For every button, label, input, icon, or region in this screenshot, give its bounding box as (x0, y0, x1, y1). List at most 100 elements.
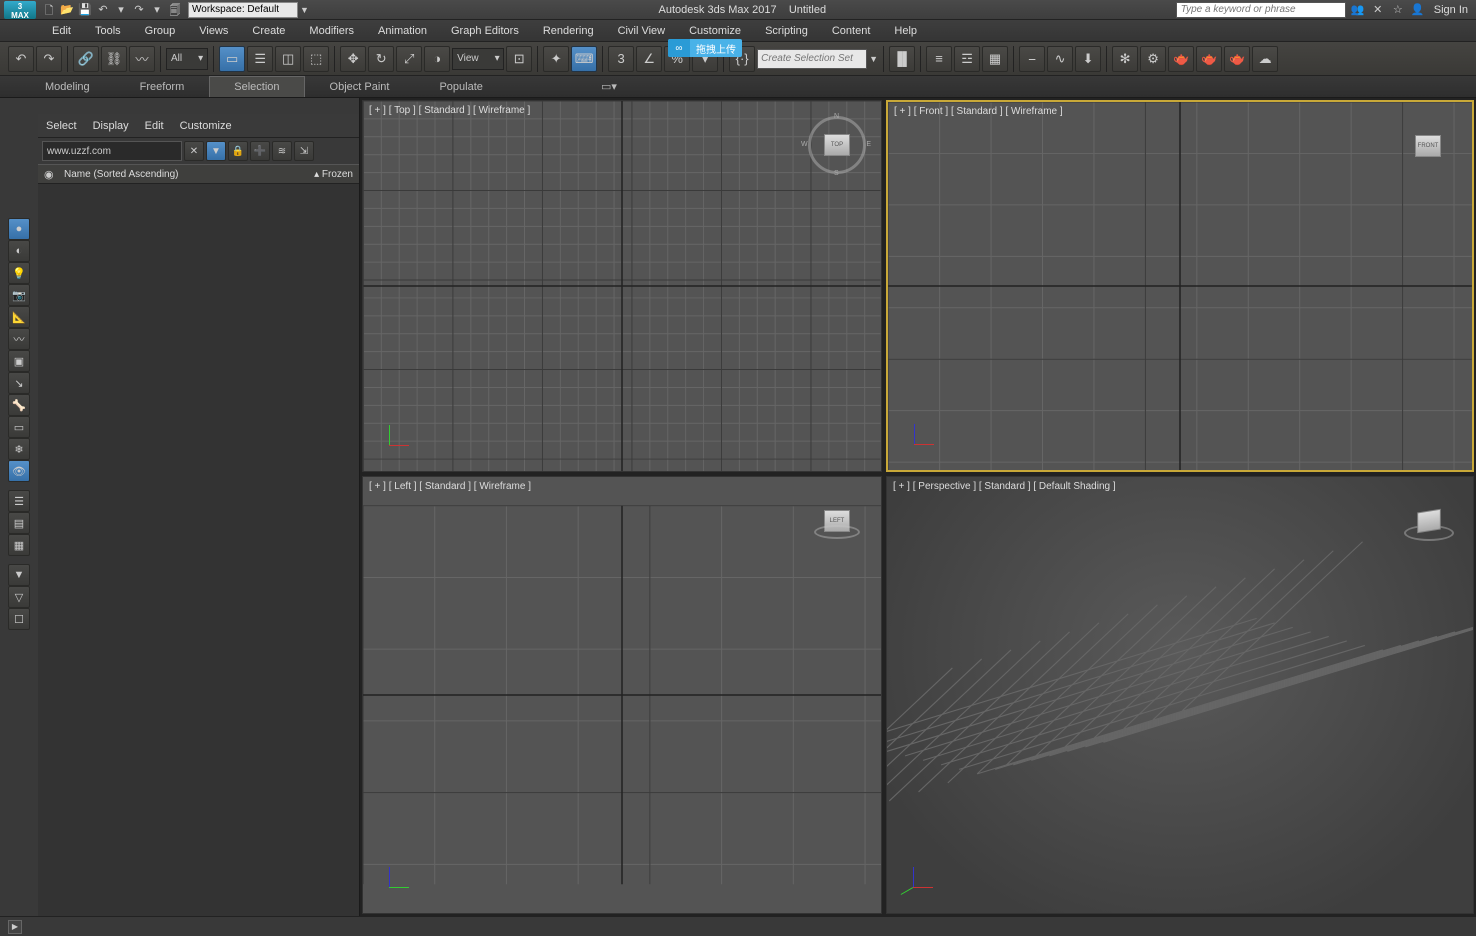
se-column-header[interactable]: ◉ Name (Sorted Ascending) ▴ Frozen (38, 164, 359, 184)
shape-filter-icon[interactable]: ◐ (8, 240, 30, 262)
menu-civil-view[interactable]: Civil View (606, 20, 677, 42)
render-production-button[interactable]: 🫖 (1168, 46, 1194, 72)
select-by-name-button[interactable]: ☰ (247, 46, 273, 72)
open-icon[interactable]: 📂 (58, 2, 76, 18)
placement-button[interactable]: ◑ (424, 46, 450, 72)
menu-help[interactable]: Help (882, 20, 929, 42)
se-tab-display[interactable]: Display (93, 120, 129, 132)
sign-in-button[interactable]: Sign In (1430, 4, 1472, 16)
tab-modeling[interactable]: Modeling (20, 76, 115, 98)
new-icon[interactable]: 🗋 (40, 2, 58, 18)
menu-create[interactable]: Create (240, 20, 297, 42)
se-tab-select[interactable]: Select (46, 120, 77, 132)
list-view-icon[interactable]: ☰ (8, 490, 30, 512)
viewport-top-label[interactable]: [ + ] [ Top ] [ Standard ] [ Wireframe ] (369, 105, 530, 116)
se-tab-edit[interactable]: Edit (145, 120, 164, 132)
viewport-persp-label[interactable]: [ + ] [ Perspective ] [ Standard ] [ Def… (893, 481, 1116, 492)
se-search-input[interactable] (42, 141, 182, 161)
menu-group[interactable]: Group (133, 20, 188, 42)
helper-filter-icon[interactable]: 📐 (8, 306, 30, 328)
ref-coord-dropdown[interactable]: View▾ (452, 48, 504, 70)
viewport-front[interactable]: [ + ] [ Front ] [ Standard ] [ Wireframe… (886, 100, 1474, 472)
display-none-icon[interactable]: ▽ (8, 586, 30, 608)
link-button[interactable]: 🔗 (73, 46, 99, 72)
frozen-filter-icon[interactable]: ❄ (8, 438, 30, 460)
keyboard-shortcut-button[interactable]: ⌨ (571, 46, 597, 72)
user-icon[interactable]: 👤 (1410, 2, 1426, 18)
tab-populate[interactable]: Populate (414, 76, 507, 98)
material-editor-button[interactable]: ⬇ (1075, 46, 1101, 72)
redo-icon[interactable]: ↷ (130, 2, 148, 18)
menu-tools[interactable]: Tools (83, 20, 133, 42)
menu-scripting[interactable]: Scripting (753, 20, 820, 42)
viewport-top[interactable]: [ + ] [ Top ] [ Standard ] [ Wireframe ]… (362, 100, 882, 472)
toggle-ribbon-button[interactable]: ▦ (982, 46, 1008, 72)
snap-toggle-button[interactable]: 3 (608, 46, 634, 72)
menu-modifiers[interactable]: Modifiers (297, 20, 366, 42)
xref-filter-icon[interactable]: ↘ (8, 372, 30, 394)
viewport-front-label[interactable]: [ + ] [ Front ] [ Standard ] [ Wireframe… (894, 106, 1063, 117)
undo-icon[interactable]: ↶ (94, 2, 112, 18)
menu-edit[interactable]: Edit (40, 20, 83, 42)
se-header-frozen[interactable]: ▴ Frozen (293, 169, 353, 180)
align-button[interactable]: ≡ (926, 46, 952, 72)
angle-snap-button[interactable]: ∠ (636, 46, 662, 72)
window-crossing-button[interactable]: ⬚ (303, 46, 329, 72)
render-activeshade-button[interactable]: 🫖 (1224, 46, 1250, 72)
curve-editor-button[interactable]: ⎯ (1019, 46, 1045, 72)
viewcube-left[interactable]: LEFT (807, 491, 867, 551)
spacewarp-filter-icon[interactable]: 〰 (8, 328, 30, 350)
render-setup-button[interactable]: ✻ (1112, 46, 1138, 72)
menu-rendering[interactable]: Rendering (531, 20, 606, 42)
rendered-frame-button[interactable]: ⚙ (1140, 46, 1166, 72)
render-iterate-button[interactable]: 🫖 (1196, 46, 1222, 72)
display-invert-icon[interactable]: ☐ (8, 608, 30, 630)
save-icon[interactable]: 💾 (76, 2, 94, 18)
scale-button[interactable]: ⤢ (396, 46, 422, 72)
undo-button[interactable]: ↶ (8, 46, 34, 72)
redo-button[interactable]: ↷ (36, 46, 62, 72)
undo-drop-icon[interactable]: ▾ (112, 2, 130, 18)
viewport-left-label[interactable]: [ + ] [ Left ] [ Standard ] [ Wireframe … (369, 481, 531, 492)
workspace-switcher[interactable]: ▼ (188, 2, 309, 18)
detail-view-icon[interactable]: ▤ (8, 512, 30, 534)
group-filter-icon[interactable]: ▣ (8, 350, 30, 372)
viewport-perspective[interactable]: [ + ] [ Perspective ] [ Standard ] [ Def… (886, 476, 1474, 914)
project-icon[interactable]: 🗐 (166, 2, 184, 18)
hidden-filter-icon[interactable]: 👁 (8, 460, 30, 482)
viewcube-persp[interactable] (1399, 491, 1459, 551)
menu-content[interactable]: Content (820, 20, 883, 42)
se-search-filter-icon[interactable]: ▼ (206, 141, 226, 161)
favorites-icon[interactable]: ☆ (1390, 2, 1406, 18)
tab-object-paint[interactable]: Object Paint (305, 76, 415, 98)
manipulate-button[interactable]: ✦ (543, 46, 569, 72)
move-button[interactable]: ✥ (340, 46, 366, 72)
se-header-name[interactable]: Name (Sorted Ascending) (64, 169, 293, 180)
tab-selection[interactable]: Selection (209, 76, 304, 97)
menu-graph-editors[interactable]: Graph Editors (439, 20, 531, 42)
help-search-input[interactable] (1176, 2, 1346, 18)
se-tab-customize[interactable]: Customize (180, 120, 232, 132)
se-expand-icon[interactable]: ⇲ (294, 141, 314, 161)
viewport-left[interactable]: [ + ] [ Left ] [ Standard ] [ Wireframe … (362, 476, 882, 914)
se-search-clear-icon[interactable]: ✕ (184, 141, 204, 161)
bone-filter-icon[interactable]: 🦴 (8, 394, 30, 416)
container-filter-icon[interactable]: ▭ (8, 416, 30, 438)
se-layers-icon[interactable]: ≋ (272, 141, 292, 161)
light-filter-icon[interactable]: 💡 (8, 262, 30, 284)
schematic-view-button[interactable]: ∿ (1047, 46, 1073, 72)
se-object-list[interactable] (38, 184, 359, 916)
viewcube-front[interactable]: FRONT (1398, 116, 1458, 176)
workspace-input[interactable] (188, 2, 298, 18)
timeline-play-icon[interactable]: ▶ (8, 920, 22, 934)
se-add-icon[interactable]: ➕ (250, 141, 270, 161)
icon-view-icon[interactable]: ▦ (8, 534, 30, 556)
rectangular-region-button[interactable]: ◫ (275, 46, 301, 72)
display-all-icon[interactable]: ▼ (8, 564, 30, 586)
menu-views[interactable]: Views (187, 20, 240, 42)
geometry-filter-icon[interactable]: ● (8, 218, 30, 240)
select-object-button[interactable]: ▭ (219, 46, 245, 72)
se-lock-icon[interactable]: 🔒 (228, 141, 248, 161)
redo-drop-icon[interactable]: ▾ (148, 2, 166, 18)
bind-spacewarp-button[interactable]: 〰 (129, 46, 155, 72)
